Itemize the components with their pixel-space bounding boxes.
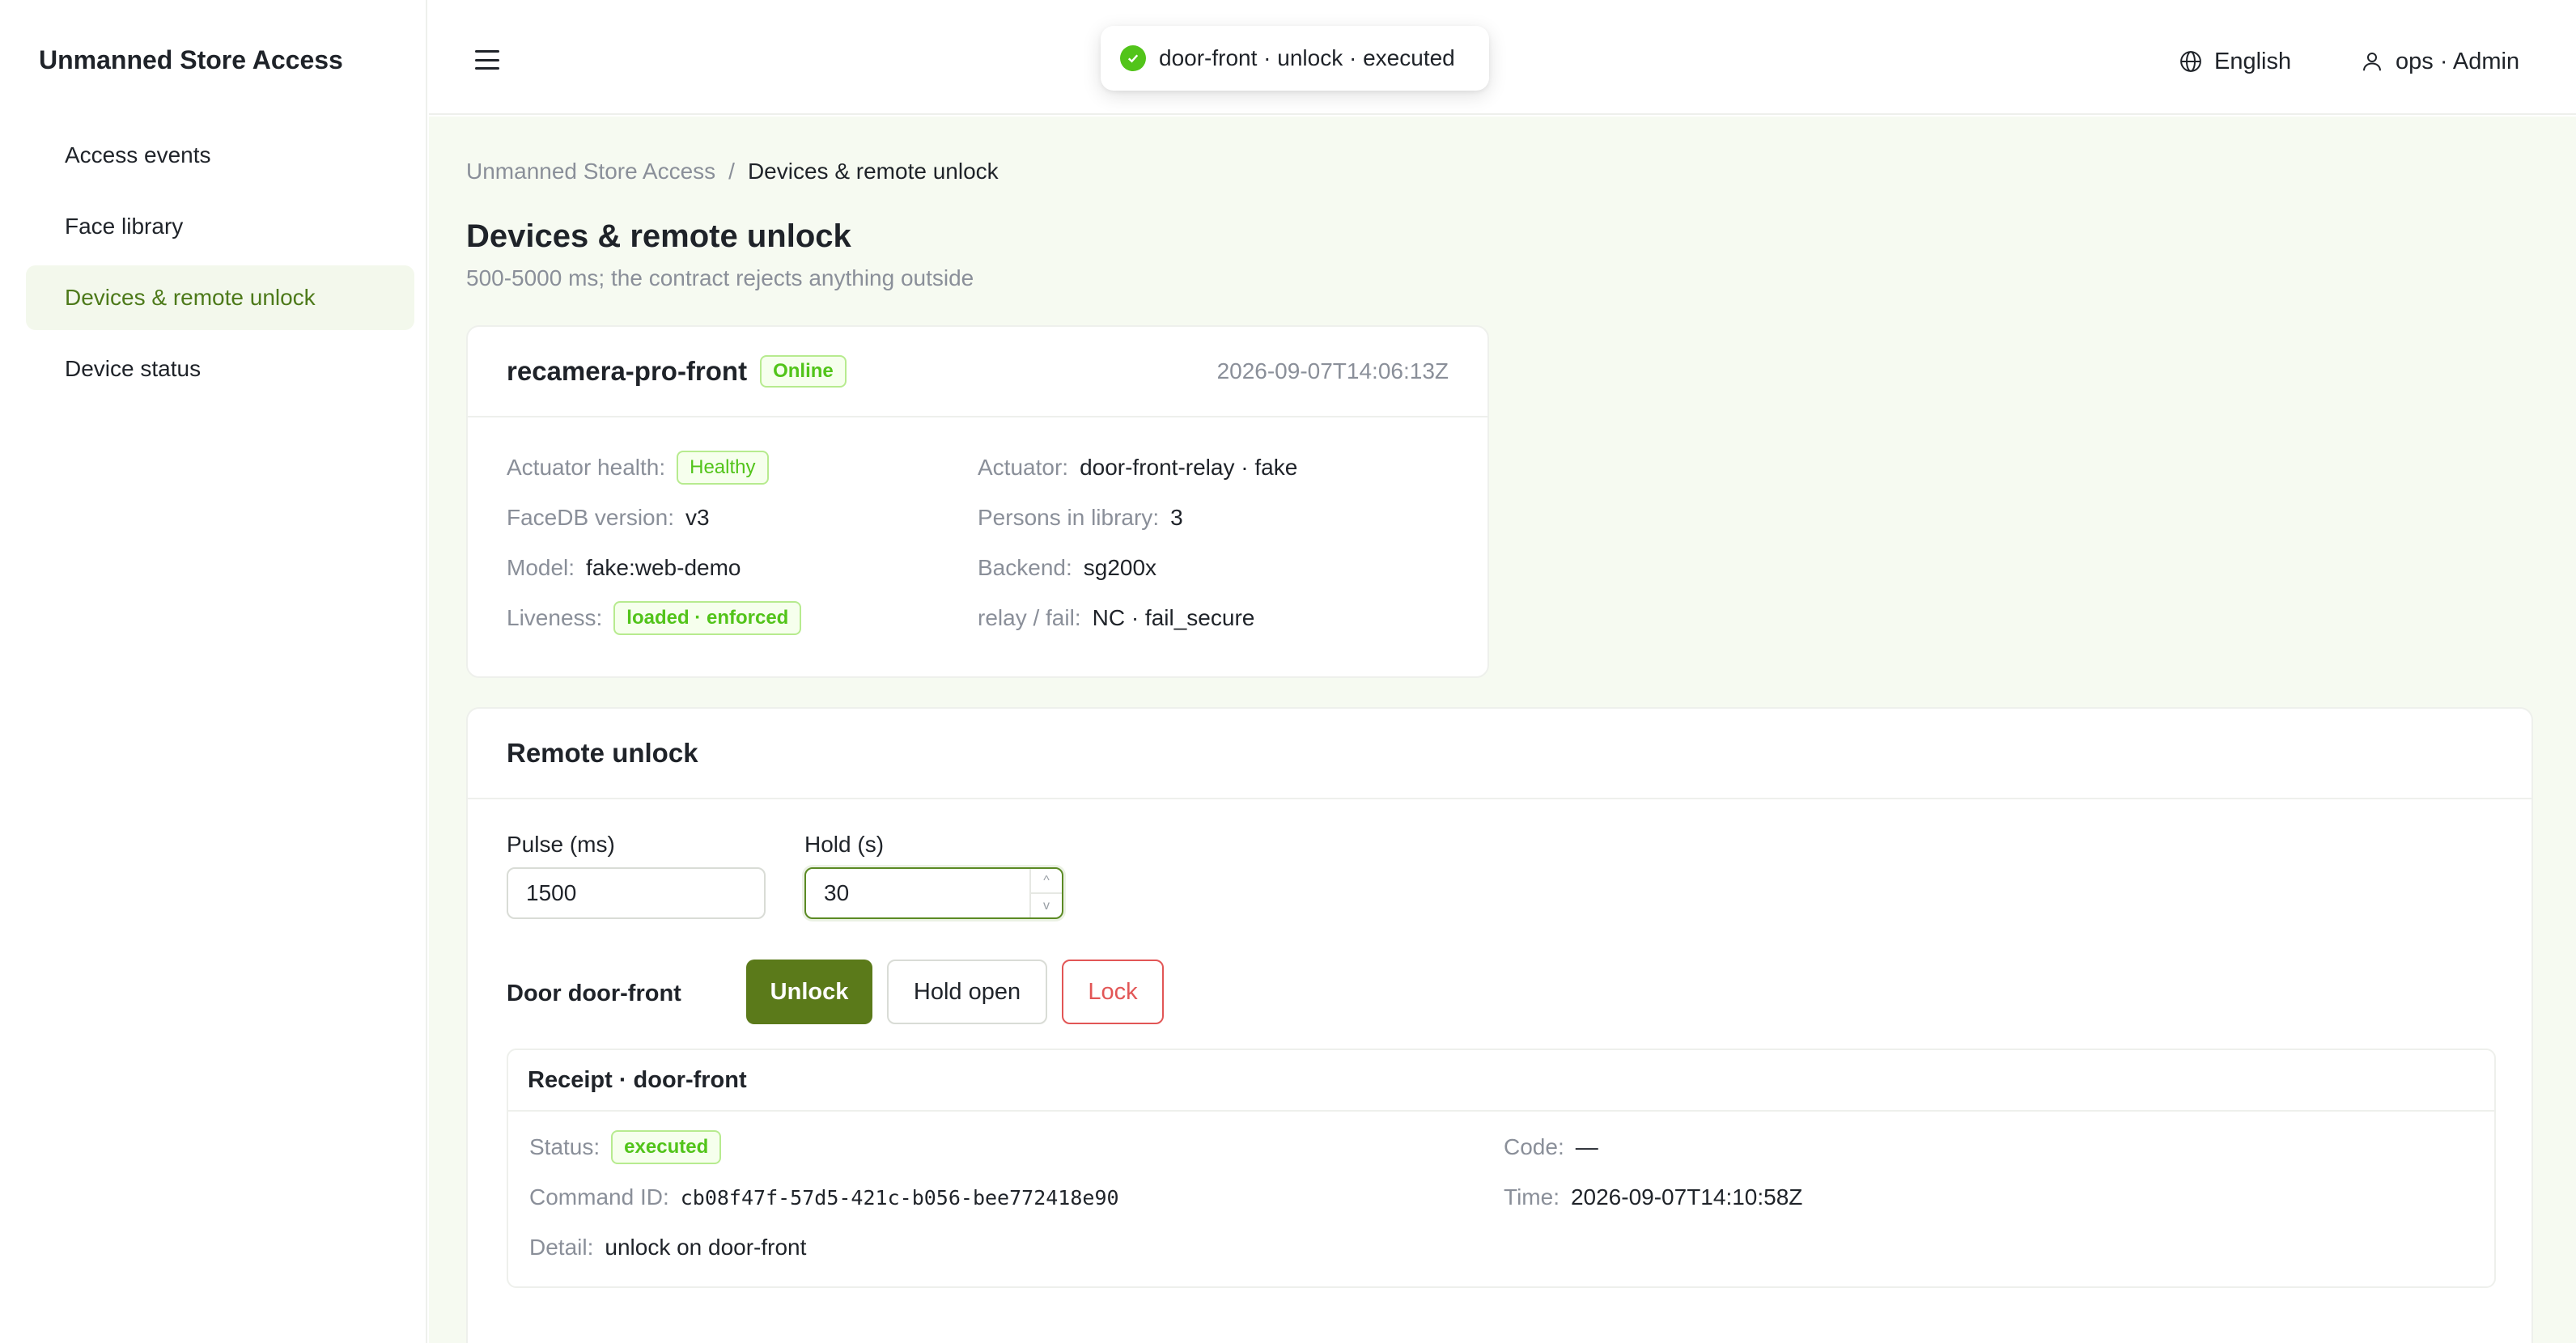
toast-message: door-front · unlock · executed: [1159, 45, 1455, 70]
persons-row: Persons in library: 3: [978, 502, 1462, 534]
facedb-label: FaceDB version:: [507, 505, 674, 530]
receipt-detail-row: Detail: unlock on door-front: [529, 1231, 1504, 1264]
breadcrumb: Unmanned Store Access / Devices & remote…: [466, 159, 999, 184]
receipt-details: Status: executed Code: — Command ID: cb0…: [529, 1130, 2472, 1264]
model-label: Model:: [507, 555, 575, 580]
backend-label: Backend:: [978, 555, 1072, 580]
user-menu[interactable]: ops · Admin: [2360, 45, 2519, 78]
brand-title: Unmanned Store Access: [39, 45, 343, 74]
backend-value: sg200x: [1083, 555, 1157, 580]
hold-value: 30: [824, 880, 850, 905]
hold-stepper: ^ v: [1029, 869, 1062, 917]
breadcrumb-root[interactable]: Unmanned Store Access: [466, 159, 715, 184]
device-details: Actuator health: Healthy Actuator: door-…: [507, 451, 1462, 635]
receipt-time-label: Time:: [1504, 1184, 1560, 1210]
globe-icon: [2180, 51, 2201, 72]
sidebar-item-devices-remote-unlock[interactable]: Devices & remote unlock: [26, 265, 414, 330]
receipt-command-row: Command ID: cb08f47f-57d5-421c-b056-bee7…: [529, 1181, 1504, 1214]
actuator-label: Actuator:: [978, 455, 1069, 480]
device-timestamp: 2026-09-07T14:06:13Z: [1216, 358, 1449, 383]
facedb-value: v3: [685, 505, 710, 530]
receipt-code-value: —: [1575, 1134, 1598, 1159]
online-badge: Online: [760, 355, 847, 388]
relay-label: relay / fail:: [978, 605, 1081, 630]
pulse-label: Pulse (ms): [507, 832, 615, 857]
receipt-code-row: Code: —: [1504, 1131, 2472, 1163]
breadcrumb-current: Devices & remote unlock: [747, 159, 999, 184]
sidebar: Unmanned Store Access Access events Face…: [0, 0, 427, 1343]
receipt-code-label: Code:: [1504, 1134, 1564, 1159]
device-name: recamera-pro-front: [507, 356, 748, 386]
sidebar-item-label: Face library: [65, 214, 184, 239]
healthy-badge: Healthy: [677, 451, 769, 485]
model-value: fake:web-demo: [586, 555, 741, 580]
executed-badge: executed: [611, 1130, 722, 1164]
receipt-detail-label: Detail:: [529, 1235, 594, 1260]
receipt-title: Receipt · door-front: [508, 1050, 2494, 1112]
hold-input[interactable]: 30 ^ v: [804, 867, 1063, 919]
persons-value: 3: [1170, 505, 1183, 530]
remote-unlock-title: Remote unlock: [468, 709, 2531, 799]
toast-notification: door-front · unlock · executed: [1101, 26, 1489, 91]
door-label: Door door-front: [507, 981, 681, 1006]
receipt-detail-value: unlock on door-front: [605, 1235, 807, 1260]
liveness-label: Liveness:: [507, 605, 603, 630]
check-circle-icon: [1120, 45, 1146, 71]
actuator-value: door-front-relay · fake: [1080, 455, 1298, 480]
sidebar-item-access-events[interactable]: Access events: [26, 123, 414, 188]
main-content: Unmanned Store Access / Devices & remote…: [429, 117, 2576, 1343]
receipt-panel: Receipt · door-front Status: executed Co…: [507, 1049, 2496, 1288]
liveness-row: Liveness: loaded · enforced: [507, 601, 978, 635]
persons-label: Persons in library:: [978, 505, 1160, 530]
chevron-up-icon[interactable]: ^: [1031, 869, 1062, 894]
device-card-header: recamera-pro-front Online 2026-09-07T14:…: [468, 327, 1487, 417]
sidebar-item-device-status[interactable]: Device status: [26, 337, 414, 401]
language-switcher[interactable]: English: [2179, 45, 2291, 78]
remote-unlock-card: Remote unlock Pulse (ms) 1500 Hold (s) 3…: [466, 707, 2533, 1343]
hold-label: Hold (s): [804, 832, 885, 857]
receipt-status-row: Status: executed: [529, 1130, 1504, 1164]
sidebar-item-label: Devices & remote unlock: [65, 285, 316, 310]
facedb-row: FaceDB version: v3: [507, 502, 978, 534]
relay-row: relay / fail: NC · fail_secure: [978, 602, 1462, 634]
lock-button[interactable]: Lock: [1062, 960, 1164, 1024]
liveness-badge: loaded · enforced: [613, 601, 802, 635]
pulse-input[interactable]: 1500: [507, 867, 766, 919]
sidebar-item-label: Access events: [65, 142, 211, 167]
sidebar-nav: Access events Face library Devices & rem…: [26, 123, 414, 408]
breadcrumb-separator: /: [728, 159, 735, 184]
chevron-down-icon[interactable]: v: [1031, 894, 1062, 917]
page-title: Devices & remote unlock: [466, 218, 851, 254]
page-subtitle: 500-5000 ms; the contract rejects anythi…: [466, 265, 974, 290]
sidebar-item-label: Device status: [65, 356, 202, 381]
pulse-value: 1500: [526, 880, 577, 905]
actuator-row: Actuator: door-front-relay · fake: [978, 451, 1462, 484]
receipt-command-value: cb08f47f-57d5-421c-b056-bee772418e90: [680, 1185, 1119, 1210]
language-label: English: [2214, 48, 2292, 74]
device-card: recamera-pro-front Online 2026-09-07T14:…: [466, 325, 1489, 678]
actuator-health-row: Actuator health: Healthy: [507, 451, 978, 485]
relay-value: NC · fail_secure: [1092, 605, 1255, 630]
actuator-health-label: Actuator health:: [507, 455, 666, 480]
receipt-command-label: Command ID:: [529, 1184, 669, 1210]
backend-row: Backend: sg200x: [978, 552, 1462, 584]
user-label: ops · Admin: [2396, 48, 2520, 74]
hold-open-button[interactable]: Hold open: [887, 960, 1047, 1024]
user-icon: [2363, 53, 2381, 71]
model-row: Model: fake:web-demo: [507, 552, 978, 584]
receipt-time-row: Time: 2026-09-07T14:10:58Z: [1504, 1181, 2472, 1214]
receipt-time-value: 2026-09-07T14:10:58Z: [1570, 1184, 1803, 1210]
top-bar: English ops · Admin: [429, 0, 2576, 115]
sidebar-item-face-library[interactable]: Face library: [26, 194, 414, 259]
receipt-status-label: Status:: [529, 1134, 601, 1159]
menu-toggle-icon[interactable]: [473, 45, 502, 74]
unlock-button[interactable]: Unlock: [746, 960, 872, 1024]
